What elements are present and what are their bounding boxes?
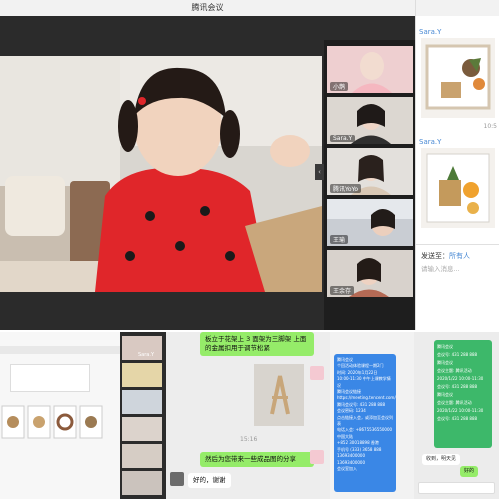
send-to-label: 发送至：	[421, 252, 449, 260]
main-video-frame	[0, 56, 322, 292]
chat-bubble: 板立于花架上 3 面架为三脚架 上面的金属扣用于调节松紧	[200, 332, 314, 356]
participant-tile[interactable]: 腾讯YoYo	[327, 148, 413, 195]
collapse-panel-button[interactable]: ‹	[315, 164, 324, 180]
chat-image-content	[421, 148, 495, 228]
chat-time: 10:5	[483, 123, 497, 130]
participant-name: 王余存	[330, 286, 355, 295]
confirm-line: 2020/1/22 10:00-11:30	[437, 408, 484, 413]
meeting-window: 腾讯会议 ‹ 小鹊 Sara.Y 腾讯YoYo 王瑜 王余存	[0, 0, 415, 330]
confirm-line: 会议主题: 腾讯活动	[437, 368, 472, 373]
confirm-line: 会议号: 431 288 888	[437, 384, 478, 389]
invite-card: 腾讯会议 个回活动体验课程一期2门 时间: 2020年1月22日 10:00-1…	[334, 354, 396, 492]
divider	[416, 244, 499, 245]
invite-line: 点击链接入会，或添加至会议列表	[337, 414, 393, 427]
confirm-line: 腾讯会议	[437, 344, 453, 349]
participant-list: 小鹊 Sara.Y 腾讯YoYo 王瑜 王余存	[324, 40, 415, 330]
confirm-line: 会议号: 431 288 888	[437, 352, 478, 357]
slide-area	[10, 364, 90, 392]
toolbar	[0, 346, 120, 354]
craft-images	[1, 405, 103, 439]
invite-screenshot: 腾讯会议 个回活动体验课程一期2门 时间: 2020年1月22日 10:00-1…	[330, 332, 414, 499]
chat-header	[416, 0, 499, 16]
participant-tile[interactable]: 小鹊	[327, 46, 413, 93]
participant-name: 小鹊	[330, 82, 349, 91]
video-column: Sara.Y	[120, 332, 166, 499]
chat-image-content	[421, 38, 495, 118]
participant-tile[interactable]: Sara.Y	[327, 97, 413, 144]
invite-line: 电话入会: +8675536550000	[337, 427, 393, 433]
chat-panel: Sara.Y 10:5 Sara.Y 发送至： 所有人 请输入消息...	[415, 0, 499, 330]
main-video[interactable]	[0, 56, 322, 292]
mobile-chat: Sara.Y 板立于花架上 3 面架为三脚架 上面的金属扣用于调节松紧 15:1…	[120, 332, 330, 499]
confirm-line: 腾讯会议	[437, 360, 453, 365]
chat-bubble: 好的，谢谢	[188, 473, 231, 488]
send-to-select[interactable]: 所有人	[449, 251, 470, 261]
shared-screen-thumbnail	[0, 332, 120, 499]
chat-image[interactable]	[421, 38, 495, 118]
confirm-screenshot: 腾讯会议 会议号: 431 288 888 腾讯会议 会议主题: 腾讯活动 20…	[414, 332, 499, 499]
invite-line: 10:00-11:30 中午上课教学情况	[337, 376, 391, 388]
avatar	[170, 472, 184, 486]
invite-line: 13693400000 13693400000	[337, 453, 365, 465]
chat-sender: Sara.Y	[419, 28, 442, 36]
message-input[interactable]	[418, 482, 495, 494]
confirm-line: 会议主题: 腾讯活动	[437, 400, 472, 405]
reply-bubble: 收到，明天见	[422, 454, 461, 465]
reply-bubble: 好的	[460, 466, 479, 477]
avatar	[310, 450, 324, 464]
invite-line: 会议室加入	[337, 465, 357, 471]
participant-name: 腾讯YoYo	[330, 184, 362, 193]
chat-input[interactable]: 请输入消息...	[421, 263, 460, 273]
chat-bubble: 然后为您带来一些成品图的分享	[200, 452, 314, 467]
thumb-label: Sara.Y	[138, 352, 155, 358]
confirm-card: 腾讯会议 会议号: 431 288 888 腾讯会议 会议主题: 腾讯活动 20…	[434, 340, 492, 448]
confirm-line: 2020/1/22 10:00-11:30	[437, 376, 484, 381]
confirm-line: 会议号: 431 288 888	[437, 416, 478, 421]
chat-image[interactable]	[421, 148, 495, 228]
window-title: 腾讯会议	[0, 0, 415, 16]
slide-images	[0, 404, 110, 442]
invite-line: https://meeting.tencent.com/s/NbqN4S0K8f	[337, 395, 396, 401]
confirm-line: 腾讯会议	[437, 392, 453, 397]
participant-tile[interactable]: 王瑜	[327, 199, 413, 246]
chat-image[interactable]	[254, 364, 304, 426]
easel-image	[254, 364, 304, 426]
chat-sender: Sara.Y	[419, 138, 442, 146]
avatar	[310, 366, 324, 380]
participant-tile[interactable]: 王余存	[327, 250, 413, 297]
participant-name: Sara.Y	[330, 135, 356, 142]
chat-time: 15:16	[240, 436, 258, 443]
participant-name: 王瑜	[330, 235, 349, 244]
